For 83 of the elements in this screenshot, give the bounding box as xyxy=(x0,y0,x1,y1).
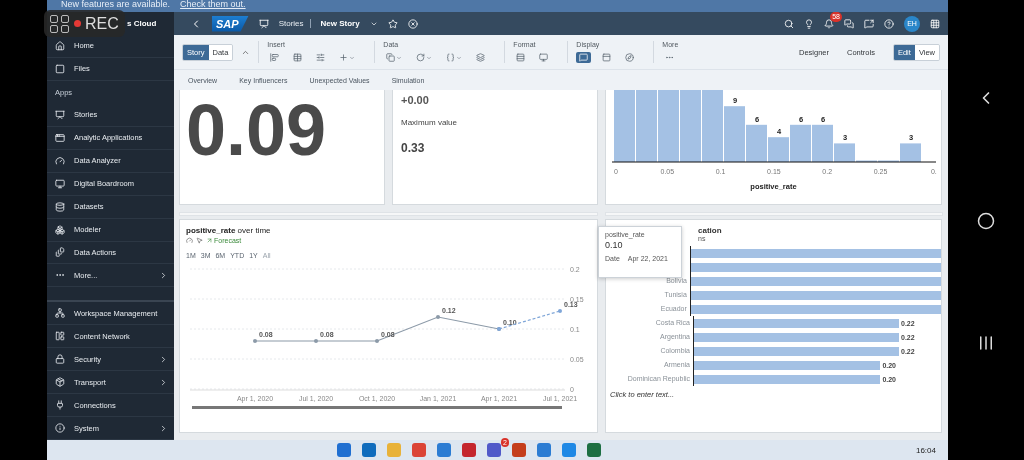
package-icon xyxy=(55,377,65,388)
recording-indicator[interactable]: REC xyxy=(44,10,125,37)
monitor-icon xyxy=(55,178,65,189)
banner-text: New features are available. xyxy=(61,0,171,9)
window-icon xyxy=(55,132,65,143)
logo: SAP xyxy=(212,15,249,32)
breadcrumb-link[interactable]: Stories xyxy=(278,19,311,28)
plus-icon xyxy=(339,53,349,62)
recorder-icon[interactable] xyxy=(50,14,70,33)
data-point xyxy=(375,339,379,343)
monitor-icon xyxy=(539,53,549,62)
stat-value: 0.33 xyxy=(400,140,426,157)
sliders-icon xyxy=(316,53,326,62)
kpi-value: 0.09 xyxy=(185,90,328,170)
taskbar-app-icon[interactable] xyxy=(412,443,426,457)
scrollbar[interactable] xyxy=(192,406,562,409)
folder-icon xyxy=(55,63,65,74)
taskbar-app-icon[interactable] xyxy=(362,443,376,457)
taskbar-app-icon[interactable] xyxy=(587,443,601,457)
data-point xyxy=(558,309,562,313)
help-icon[interactable] xyxy=(884,18,894,29)
taskbar-app-icon[interactable] xyxy=(462,443,476,457)
presentation-icon xyxy=(258,18,269,29)
info-icon xyxy=(55,423,65,434)
caret-icon xyxy=(349,54,356,61)
table-icon xyxy=(293,53,303,62)
caret-icon xyxy=(396,54,403,61)
data-point xyxy=(253,339,257,343)
braces-icon xyxy=(446,53,456,62)
network-icon xyxy=(55,308,65,319)
copy-icon xyxy=(386,53,396,62)
cubes-icon xyxy=(55,224,65,235)
compass-icon xyxy=(625,53,635,62)
stat-label: Maximum value xyxy=(400,117,458,127)
clock: 16:04 xyxy=(915,445,936,455)
close-icon[interactable] xyxy=(407,18,418,29)
pointer-icon[interactable] xyxy=(196,237,203,244)
story-title[interactable]: New Story xyxy=(320,19,360,28)
arrow-icon xyxy=(206,237,213,244)
app-grid-icon[interactable] xyxy=(930,18,940,29)
data-point xyxy=(314,339,318,343)
taskbar-app-icon[interactable] xyxy=(562,443,576,457)
delta-value: +0.00 xyxy=(400,93,430,108)
recents-icon[interactable] xyxy=(977,334,995,352)
layers-icon xyxy=(476,53,486,62)
presentation-icon xyxy=(55,109,65,120)
caret-icon xyxy=(426,54,433,61)
taskbar-app-icon[interactable] xyxy=(337,443,351,457)
taskbar-app-icon[interactable] xyxy=(437,443,451,457)
search-icon[interactable] xyxy=(784,18,794,29)
feedback-icon[interactable] xyxy=(864,18,874,29)
star-icon[interactable] xyxy=(387,18,398,29)
home-icon xyxy=(55,40,65,51)
forecast-line xyxy=(498,310,561,330)
lock-icon xyxy=(55,354,65,365)
toolbar-button[interactable] xyxy=(576,52,592,63)
taskbar-app-icon[interactable] xyxy=(537,443,551,457)
bar-chart-icon xyxy=(270,53,280,62)
comment-icon xyxy=(579,53,589,62)
tooltip-value: 0.10 xyxy=(605,240,624,250)
caret-icon xyxy=(456,54,463,61)
more-icon xyxy=(665,53,675,62)
panel-icon xyxy=(602,53,612,62)
chart-title: positive_rate over time xyxy=(185,225,272,237)
home-icon[interactable] xyxy=(977,212,995,230)
plug-icon xyxy=(55,400,65,411)
data-point xyxy=(436,315,440,319)
banner-link[interactable]: Check them out. xyxy=(180,0,246,9)
bell-icon[interactable] xyxy=(824,18,834,29)
taskbar-app-icon[interactable] xyxy=(512,443,526,457)
file-stack-icon xyxy=(55,247,65,258)
chat-icon[interactable] xyxy=(844,18,854,29)
app-title: s Cloud xyxy=(127,17,157,30)
record-dot-icon xyxy=(74,20,81,27)
taskbar-app-icon[interactable] xyxy=(487,443,501,457)
panel-icon xyxy=(55,331,65,342)
rows-icon xyxy=(516,53,526,62)
gauge-icon xyxy=(55,155,65,166)
gauge-icon[interactable] xyxy=(186,237,193,244)
chart-title: cation xyxy=(698,226,722,235)
lightbulb-icon[interactable] xyxy=(804,18,814,29)
refresh-icon xyxy=(416,53,426,62)
database-icon xyxy=(55,201,65,212)
